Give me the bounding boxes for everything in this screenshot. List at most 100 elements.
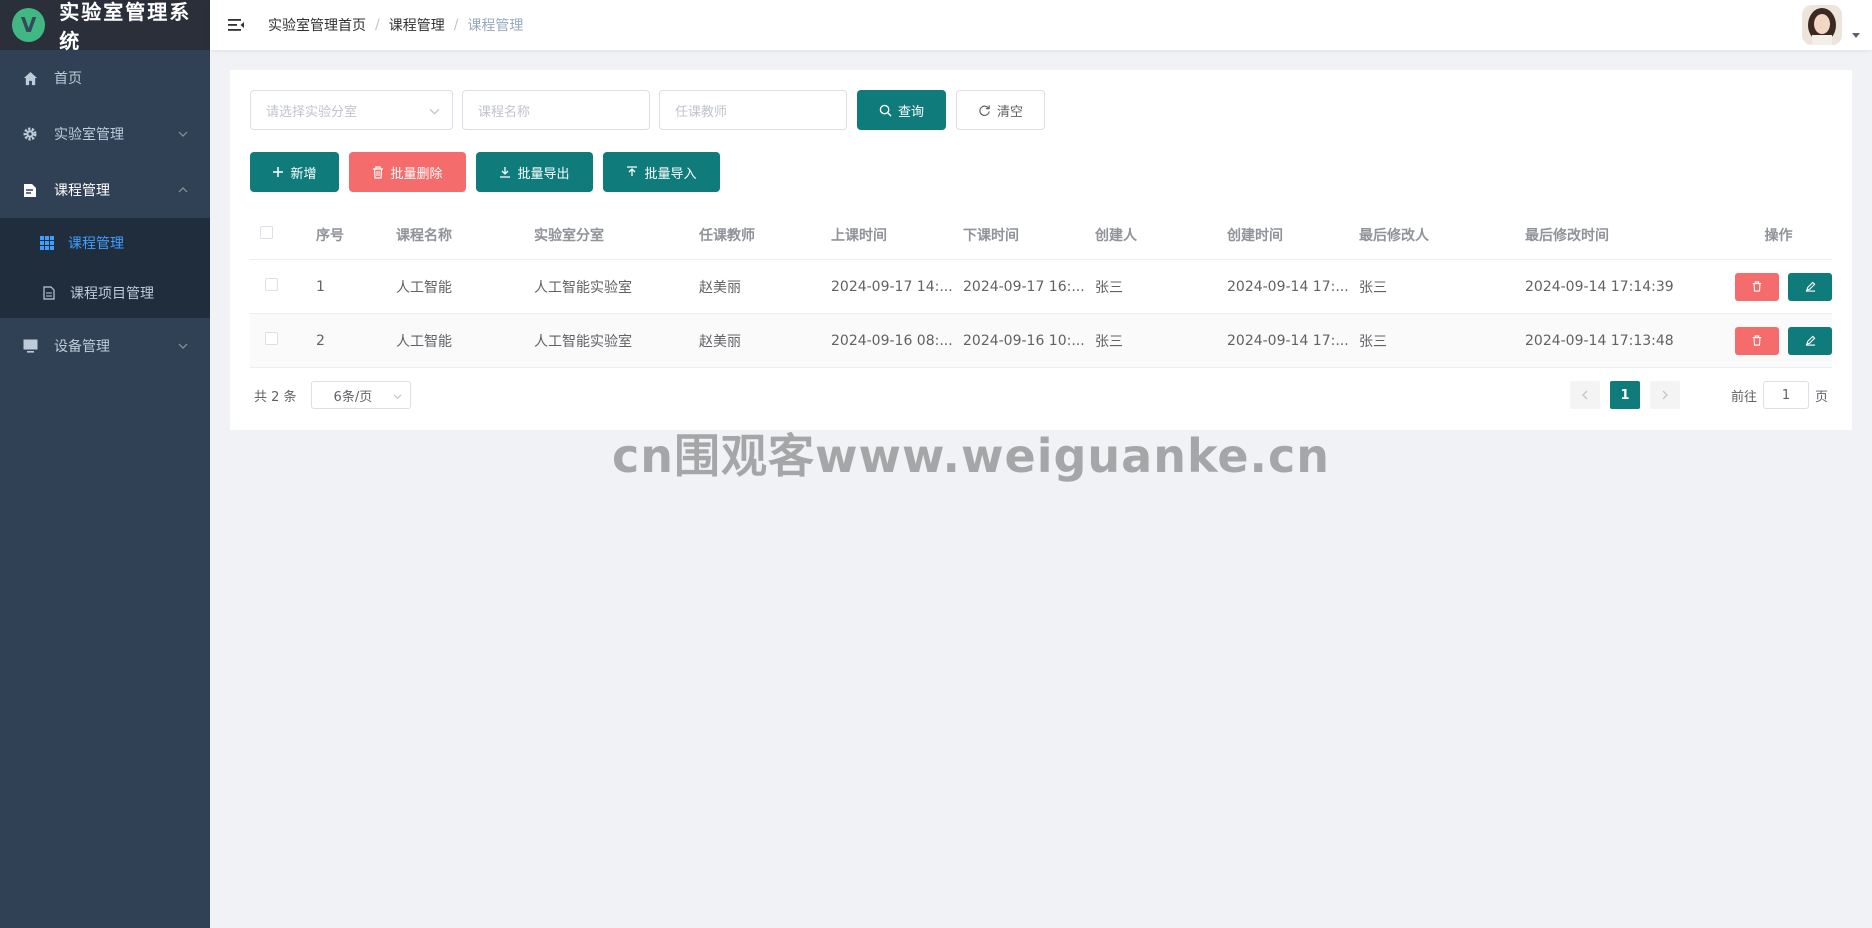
lab-room-select-placeholder: 请选择实验分室: [266, 104, 358, 120]
row-checkbox[interactable]: [265, 332, 278, 345]
delete-row-button[interactable]: [1735, 272, 1779, 301]
cell-index: 2: [316, 332, 325, 349]
cell-modifier: 张三: [1359, 333, 1387, 350]
cell-end-time: 2024-09-17 16:...: [963, 278, 1085, 295]
total-count: 共 2 条: [254, 389, 297, 405]
chevron-down-icon: [393, 394, 402, 400]
page-number-button[interactable]: 1: [1609, 381, 1640, 409]
clear-button-label: 清空: [996, 104, 1023, 120]
sidebar-item-label: 实验室管理: [54, 127, 124, 143]
sidebar-item-course-list[interactable]: 课程管理: [0, 218, 210, 268]
delete-row-button[interactable]: [1735, 326, 1779, 355]
chevron-right-icon: [1662, 390, 1668, 400]
table-header: 序号 课程名称 实验室分室 任课教师 上课时间 下课时间 创建人 创建时间 最后…: [250, 210, 1832, 260]
cell-creator: 张三: [1095, 333, 1123, 350]
teacher-placeholder: 任课教师: [675, 104, 728, 120]
column-header: 创建人: [1095, 227, 1137, 244]
chevron-down-icon: [178, 131, 188, 137]
sidebar-item-course-management[interactable]: 课程管理: [0, 162, 210, 218]
breadcrumb-home[interactable]: 实验室管理首页: [268, 15, 366, 35]
goto-page-input[interactable]: 1: [1762, 381, 1809, 409]
table-row: 2 人工智能 人工智能实验室 赵美丽 2024-09-16 08:... 202…: [250, 314, 1832, 368]
file-icon: [42, 286, 56, 300]
download-icon: [500, 167, 511, 178]
breadcrumb: 实验室管理首页 / 课程管理 / 课程管理: [268, 15, 523, 35]
column-header: 实验室分室: [534, 227, 604, 244]
sidebar-item-label: 课程管理: [68, 236, 124, 252]
column-header: 下课时间: [963, 227, 1019, 244]
content-card: 请选择实验分室 课程名称 任课教师 查询 清空 新增 批量删除 批量导出 批量导…: [230, 70, 1852, 430]
clear-button[interactable]: 清空: [956, 90, 1045, 130]
edit-row-button[interactable]: [1788, 272, 1832, 301]
search-button[interactable]: 查询: [857, 90, 946, 130]
add-button[interactable]: 新增: [250, 152, 339, 192]
batch-export-button-label: 批量导出: [517, 166, 570, 182]
breadcrumb-current: 课程管理: [467, 18, 524, 34]
column-header: 最后修改人: [1359, 227, 1429, 244]
edit-icon: [1805, 335, 1815, 346]
sidebar-item-course-project[interactable]: 课程项目管理: [0, 268, 210, 318]
refresh-icon: [979, 104, 990, 116]
sidebar-item-lab-management[interactable]: 实验室管理: [0, 106, 210, 162]
trash-icon: [373, 165, 384, 179]
breadcrumb-course-group[interactable]: 课程管理: [389, 15, 445, 35]
cell-modified-time: 2024-09-14 17:13:48: [1525, 332, 1674, 349]
filter-bar: 请选择实验分室 课程名称 任课教师 查询 清空: [250, 90, 1045, 130]
page-size-select[interactable]: 6条/页: [310, 381, 411, 409]
batch-export-button[interactable]: 批量导出: [476, 152, 593, 192]
trash-icon: [1752, 335, 1762, 346]
cell-modifier: 张三: [1359, 279, 1387, 296]
sidebar-item-label: 课程管理: [54, 183, 110, 199]
logo[interactable]: V 实验室管理系统: [0, 0, 210, 53]
trash-icon: [1752, 281, 1762, 292]
menu-toggle-icon[interactable]: [226, 15, 246, 35]
batch-delete-button[interactable]: 批量删除: [349, 152, 466, 192]
row-checkbox[interactable]: [265, 278, 278, 291]
watermark-text: cn围观客www.weiguanke.cn: [612, 429, 1331, 483]
pager-controls: 1 前往 1 页: [1565, 380, 1828, 410]
column-header: 序号: [316, 227, 344, 244]
home-icon: [22, 70, 38, 86]
edit-icon: [1805, 281, 1815, 292]
user-menu[interactable]: [1802, 5, 1860, 45]
cell-lab-room: 人工智能实验室: [534, 333, 632, 350]
teacher-input[interactable]: 任课教师: [659, 90, 847, 130]
column-header: 创建时间: [1227, 227, 1283, 244]
cell-modified-time: 2024-09-14 17:14:39: [1525, 278, 1674, 295]
avatar[interactable]: [1802, 5, 1842, 45]
top-navbar: 实验室管理首页 / 课程管理 / 课程管理: [210, 0, 1872, 50]
cell-end-time: 2024-09-16 10:...: [963, 332, 1085, 349]
course-name-placeholder: 课程名称: [478, 104, 531, 120]
page-size-value: 6条/页: [333, 389, 373, 405]
add-button-label: 新增: [290, 166, 317, 182]
course-name-input[interactable]: 课程名称: [462, 90, 650, 130]
goto-page: 前往 1 页: [1731, 381, 1828, 409]
chevron-left-icon: [1582, 390, 1588, 400]
chevron-down-icon: [178, 343, 188, 349]
cell-creator: 张三: [1095, 279, 1123, 296]
breadcrumb-separator: /: [453, 17, 459, 33]
sidebar-item-home[interactable]: 首页: [0, 50, 210, 106]
select-all-checkbox[interactable]: [260, 226, 273, 239]
gear-icon: [22, 126, 38, 142]
document-icon: [22, 182, 38, 198]
edit-row-button[interactable]: [1788, 326, 1832, 355]
chevron-down-icon: [429, 108, 440, 115]
table-row: 1 人工智能 人工智能实验室 赵美丽 2024-09-17 14:... 202…: [250, 260, 1832, 314]
course-table: 序号 课程名称 实验室分室 任课教师 上课时间 下课时间 创建人 创建时间 最后…: [250, 210, 1832, 368]
sidebar: V 实验室管理系统 首页 实验室管理 课程管理 课程管理 课程项目管理 设备管理: [0, 0, 210, 928]
breadcrumb-separator: /: [375, 17, 380, 33]
cell-created-time: 2024-09-14 17:...: [1227, 278, 1349, 295]
prev-page-button[interactable]: [1569, 381, 1600, 409]
caret-down-icon[interactable]: [1852, 31, 1860, 39]
cell-created-time: 2024-09-14 17:...: [1227, 332, 1349, 349]
cell-index: 1: [316, 278, 325, 295]
next-page-button[interactable]: [1649, 381, 1680, 409]
cell-teacher: 赵美丽: [699, 333, 741, 350]
goto-prefix: 前往: [1730, 389, 1757, 405]
lab-room-select[interactable]: 请选择实验分室: [250, 90, 453, 130]
sidebar-item-label: 首页: [54, 71, 82, 87]
sidebar-item-device-management[interactable]: 设备管理: [0, 318, 210, 374]
batch-import-button[interactable]: 批量导入: [603, 152, 720, 192]
cell-start-time: 2024-09-17 14:...: [831, 278, 953, 295]
